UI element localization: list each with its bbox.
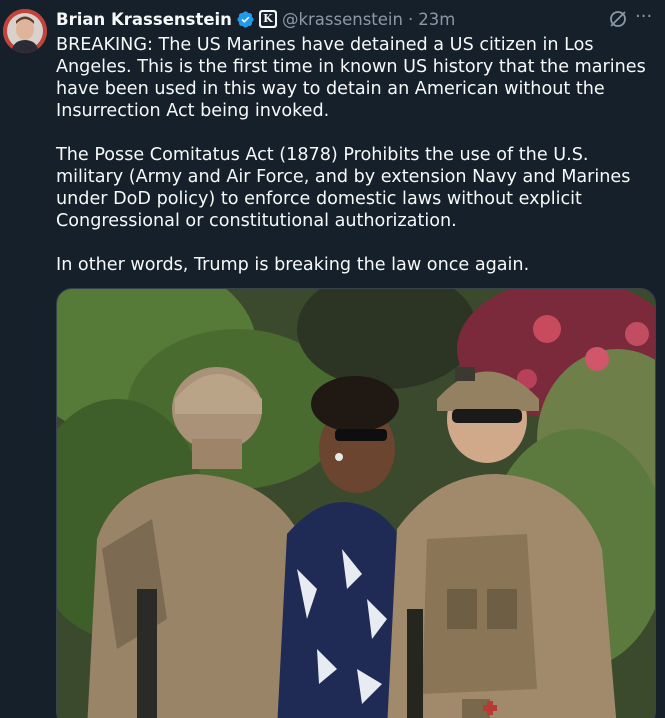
tweet-text: BREAKING: The US Marines have detained a…: [56, 34, 656, 298]
affiliate-letter: K: [260, 12, 275, 26]
tweet-paragraph-2: The Posse Comitatus Act (1878) Prohibits…: [56, 145, 631, 231]
author-handle[interactable]: @krassenstein: [282, 10, 403, 29]
tweet-header: Brian Krassenstein K @krassenstein · 23m: [56, 8, 605, 30]
author-name[interactable]: Brian Krassenstein: [56, 10, 232, 29]
tweet-photo[interactable]: [56, 288, 656, 718]
affiliate-k-badge-icon[interactable]: K: [258, 10, 277, 28]
post-time[interactable]: 23m: [418, 10, 455, 29]
more-dots-icon[interactable]: ···: [635, 8, 657, 30]
tweet-paragraph-3: In other words, Trump is breaking the la…: [56, 255, 530, 275]
tweet-card: Brian Krassenstein K @krassenstein · 23m…: [0, 0, 665, 718]
separator-dot: ·: [407, 9, 414, 29]
grok-slash-icon[interactable]: [608, 9, 628, 29]
author-avatar[interactable]: [3, 9, 47, 53]
verified-badge-icon: [236, 10, 255, 29]
tweet-paragraph-1: BREAKING: The US Marines have detained a…: [56, 35, 646, 121]
